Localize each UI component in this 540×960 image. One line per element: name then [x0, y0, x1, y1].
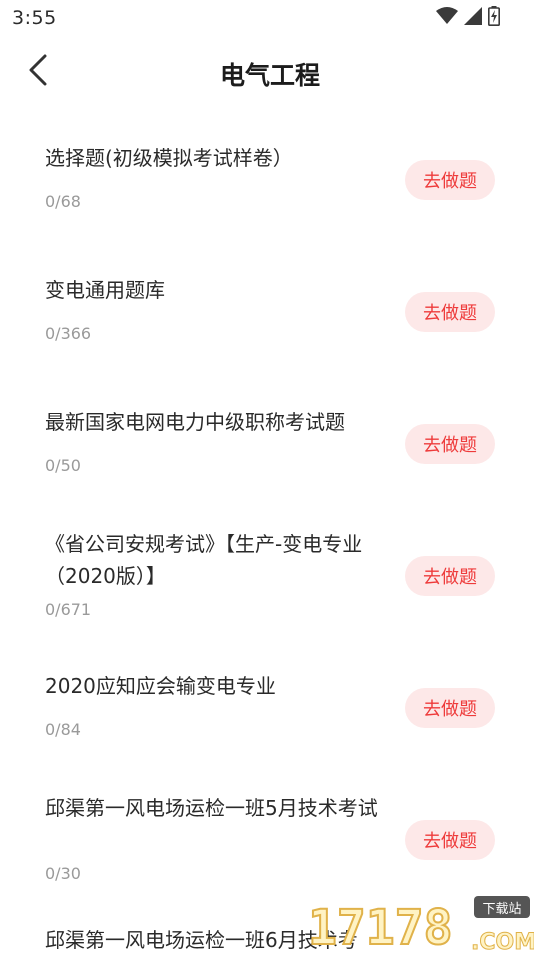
item-progress: 0/68	[45, 192, 81, 211]
do-questions-button[interactable]: 去做题	[405, 688, 495, 728]
list-item[interactable]: 选择题(初级模拟考试样卷） 0/68 去做题	[0, 142, 540, 274]
item-progress: 0/84	[45, 720, 81, 739]
battery-charging-icon	[488, 6, 500, 30]
item-title: 《省公司安规考试》【生产-变电专业（2020版）】	[45, 532, 363, 588]
do-questions-button[interactable]: 去做题	[405, 160, 495, 200]
watermark-badge: 下载站	[482, 902, 521, 917]
do-questions-button[interactable]: 去做题	[405, 820, 495, 860]
item-title: 2020应知应会输变电专业	[45, 674, 276, 698]
status-icons	[436, 6, 500, 30]
item-title: 邱渠第一风电场运检一班5月技术考试	[45, 796, 378, 820]
watermark-number: 17178	[308, 900, 453, 954]
do-questions-button[interactable]: 去做题	[405, 556, 495, 596]
item-progress: 0/366	[45, 324, 92, 343]
page-title: 电气工程	[219, 61, 320, 90]
do-questions-button[interactable]: 去做题	[405, 424, 495, 464]
app-header: 电气工程	[0, 40, 540, 104]
list-item[interactable]: 最新国家电网电力中级职称考试题 0/50 去做题	[0, 406, 540, 538]
watermark-domain: .COM	[471, 930, 534, 954]
list-item[interactable]: 2020应知应会输变电专业 0/84 去做题	[0, 670, 540, 802]
item-progress: 0/30	[45, 864, 81, 883]
do-questions-button[interactable]: 去做题	[405, 292, 495, 332]
item-title: 最新国家电网电力中级职称考试题	[45, 410, 345, 434]
status-time: 3:55	[12, 7, 57, 29]
signal-icon	[464, 7, 482, 29]
item-title: 变电通用题库	[45, 278, 165, 302]
item-progress: 0/671	[45, 600, 92, 619]
item-title: 选择题(初级模拟考试样卷）	[45, 146, 293, 170]
list-item[interactable]: 变电通用题库 0/366 去做题	[0, 274, 540, 406]
status-bar: 3:55	[0, 0, 540, 36]
wifi-icon	[436, 7, 458, 29]
item-progress: 0/50	[45, 456, 81, 475]
list-item[interactable]: 《省公司安规考试》【生产-变电专业（2020版）】 0/671 去做题	[0, 528, 540, 660]
site-watermark: 17178 下载站 .COM	[306, 894, 537, 957]
